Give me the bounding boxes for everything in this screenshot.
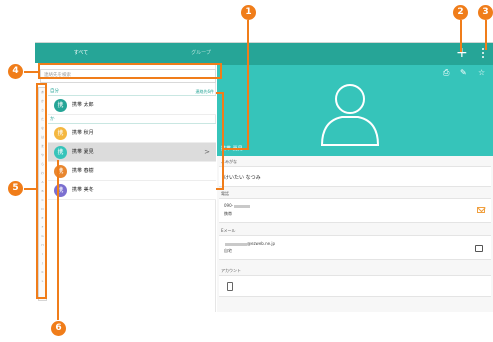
phone-device-icon <box>227 282 233 291</box>
contact-name: 携帯 太郎 <box>72 102 94 108</box>
avatar: 携 <box>54 99 67 112</box>
section-label: 自分 <box>50 89 59 94</box>
section-label: か <box>50 117 55 122</box>
callout-box-index <box>36 83 47 299</box>
list-item-my-profile[interactable]: 携 携帯 太郎 <box>48 96 216 115</box>
list-item[interactable]: 携 携帯 美冬 <box>48 181 216 200</box>
callout-2: 2 <box>453 5 468 20</box>
tab-group[interactable]: グループ <box>155 43 247 65</box>
callout-5: 5 <box>8 181 23 196</box>
callout-line-2 <box>460 20 462 52</box>
avatar: 携 <box>54 165 67 178</box>
reading-row: けいたい なつみ <box>219 166 491 187</box>
phone-type: 携帯 <box>224 211 232 216</box>
callout-line-5 <box>24 188 36 190</box>
chevron-right-icon: > <box>204 148 210 156</box>
callout-4: 4 <box>8 64 23 79</box>
person-placeholder-icon <box>320 84 380 146</box>
email-icon[interactable] <box>475 245 483 252</box>
contacts-screen: すべて グループ + 連絡先を検索 あかさたなはまやらわABCDEFGHIJKL… <box>35 42 493 312</box>
email-row[interactable]: @ezweb.ne.jp 自宅 <box>219 235 491 260</box>
email-label: Eメール <box>221 228 236 233</box>
callout-line-4 <box>24 71 38 73</box>
contact-photo-header: ⎙ ✎ ☆ 携帯 夏見 <box>217 65 493 156</box>
contact-name: 携帯 夏見 <box>72 149 94 155</box>
reading-value: けいたい なつみ <box>224 175 261 181</box>
section-header-ka: か <box>48 115 216 124</box>
contact-list-pane: 連絡先を検索 あかさたなはまやらわABCDEFGHIJKL 自分 連絡先6件 携… <box>35 65 216 312</box>
callout-1: 1 <box>241 5 256 20</box>
edit-icon[interactable]: ✎ <box>460 69 467 77</box>
avatar: 携 <box>54 184 67 197</box>
phone-number: 090- <box>224 203 251 208</box>
list-item[interactable]: 携 携帯 春樹 <box>48 162 216 181</box>
contact-list: 自分 連絡先6件 携 携帯 太郎 か 携 携帯 秋月 携 携帯 夏見 > 携 携… <box>48 87 216 200</box>
callout-3: 3 <box>478 5 493 20</box>
account-label: アカウント <box>221 268 241 273</box>
top-app-bar: すべて グループ + <box>35 43 493 65</box>
contact-name: 携帯 春樹 <box>72 168 94 174</box>
email-type: 自宅 <box>224 248 232 253</box>
avatar: 携 <box>54 127 67 140</box>
list-item-selected[interactable]: 携 携帯 夏見 > <box>48 143 216 162</box>
contact-name: 携帯 美冬 <box>72 187 94 193</box>
email-address: @ezweb.ne.jp <box>224 241 275 246</box>
tab-all[interactable]: すべて <box>35 43 127 65</box>
callout-6: 6 <box>51 321 66 336</box>
callout-line-1h <box>222 148 249 150</box>
contact-detail-pane: ⎙ ✎ ☆ 携帯 夏見 よみがな けいたい なつみ 電話 090- 携帯 Eメー… <box>217 65 493 312</box>
phone-row[interactable]: 090- 携帯 <box>219 198 491 223</box>
callout-line-3 <box>485 20 487 50</box>
callout-box-list <box>216 92 224 190</box>
star-icon[interactable]: ☆ <box>478 69 485 77</box>
account-row <box>219 275 491 297</box>
contact-name: 携帯 秋月 <box>72 130 94 136</box>
phone-label: 電話 <box>221 191 229 196</box>
callout-line-6 <box>57 160 59 320</box>
avatar: 携 <box>54 146 67 159</box>
callout-box-search <box>38 63 222 79</box>
contact-count: 連絡先6件 <box>195 89 214 94</box>
callout-line-1 <box>247 20 249 150</box>
list-item[interactable]: 携 携帯 秋月 <box>48 124 216 143</box>
message-icon[interactable] <box>477 207 485 213</box>
section-header-self: 自分 連絡先6件 <box>48 87 216 96</box>
share-icon[interactable]: ⎙ <box>443 69 449 77</box>
